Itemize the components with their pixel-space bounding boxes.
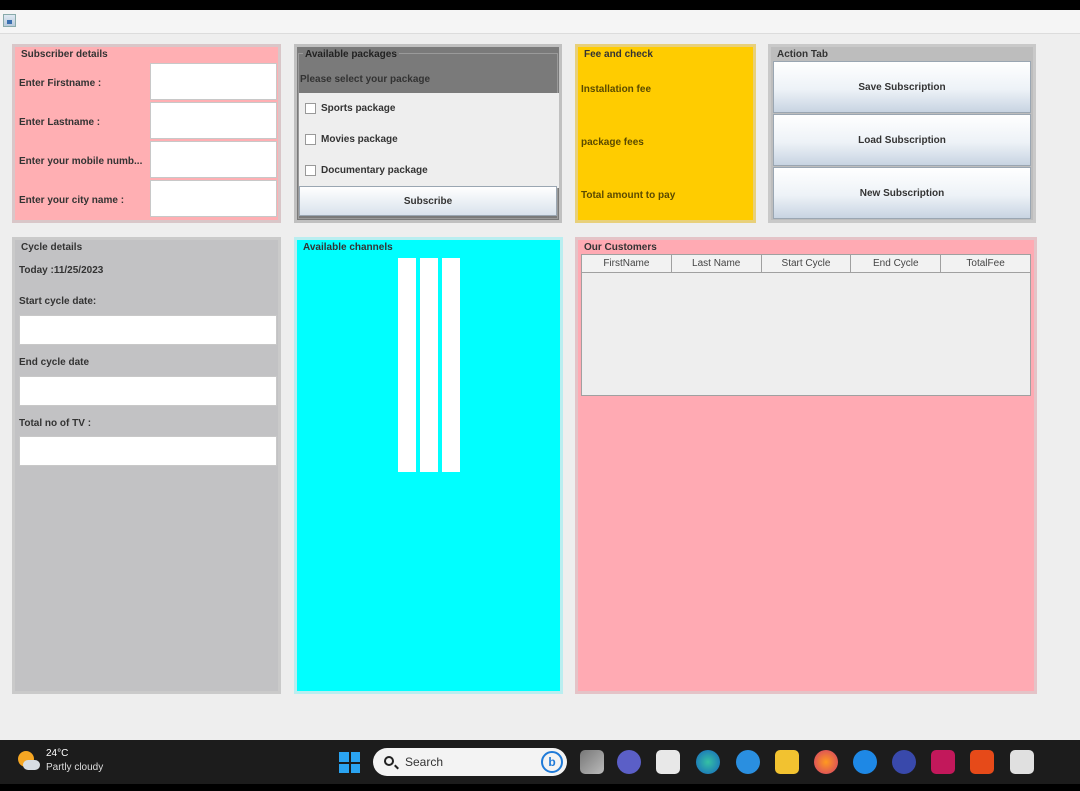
cycle-panel-title: Cycle details <box>21 242 83 253</box>
our-customers-panel: Our Customers FirstName Last Name Start … <box>575 237 1037 694</box>
lastname-label: Enter Lastname : <box>19 117 101 128</box>
movies-package-label: Movies package <box>321 133 398 145</box>
qgis-icon[interactable] <box>970 750 994 774</box>
fee-panel-title: Fee and check <box>584 49 653 60</box>
package-list: Sports package Movies package Documentar… <box>299 93 559 188</box>
subscriber-panel-title: Subscriber details <box>21 49 108 60</box>
taskbar-search-box[interactable]: Search b <box>373 748 567 776</box>
tv-count-input[interactable] <box>19 436 277 466</box>
taskbar: 24°C Partly cloudy Search b <box>0 740 1080 784</box>
package-fees-label: package fees <box>581 137 644 148</box>
app-window: Subscriber details Enter Firstname : Ent… <box>0 10 1080 740</box>
channel-list-column[interactable] <box>420 258 438 472</box>
available-packages-panel: Available packages Please select your pa… <box>294 44 562 223</box>
chat-icon[interactable] <box>617 750 641 774</box>
java-app-icon[interactable] <box>3 14 16 27</box>
start-menu-icon[interactable] <box>339 752 360 773</box>
cycle-details-panel: Cycle details Today :11/25/2023 Start cy… <box>12 237 281 694</box>
table-header: FirstName Last Name Start Cycle End Cycl… <box>582 255 1030 273</box>
intellij-icon[interactable] <box>931 750 955 774</box>
action-panel-title: Action Tab <box>777 49 828 60</box>
title-bar[interactable] <box>0 10 1080 34</box>
checkbox-icon[interactable] <box>305 133 316 145</box>
column-header-start-cycle[interactable]: Start Cycle <box>762 255 852 272</box>
edge-browser-icon[interactable] <box>696 750 720 774</box>
firstname-label: Enter Firstname : <box>19 78 102 89</box>
end-cycle-input[interactable] <box>19 376 277 406</box>
channel-list-column[interactable] <box>398 258 416 472</box>
new-subscription-button[interactable]: New Subscription <box>773 167 1031 219</box>
bing-icon[interactable]: b <box>541 751 563 773</box>
start-cycle-input[interactable] <box>19 315 277 345</box>
column-header-firstname[interactable]: FirstName <box>582 255 672 272</box>
app-store-icon[interactable] <box>853 750 877 774</box>
save-subscription-button[interactable]: Save Subscription <box>773 61 1031 113</box>
installation-fee-label: Installation fee <box>581 84 652 95</box>
column-header-totalfee[interactable]: TotalFee <box>941 255 1030 272</box>
search-icon <box>384 756 394 766</box>
column-header-lastname[interactable]: Last Name <box>672 255 762 272</box>
search-label: Search <box>405 755 444 769</box>
sports-package-label: Sports package <box>321 102 396 114</box>
subscribe-button[interactable]: Subscribe <box>299 186 557 216</box>
load-subscription-button[interactable]: Load Subscription <box>773 114 1031 166</box>
city-input[interactable] <box>150 180 277 217</box>
action-tab-panel: Action Tab Save Subscription Load Subscr… <box>768 44 1036 223</box>
channels-panel-title: Available channels <box>303 242 393 253</box>
checkbox-icon[interactable] <box>305 102 316 114</box>
customers-panel-title: Our Customers <box>584 242 657 253</box>
available-channels-panel: Available channels <box>294 237 563 694</box>
checkbox-icon[interactable] <box>305 164 316 176</box>
file-explorer-icon[interactable] <box>775 750 799 774</box>
vscode-icon[interactable] <box>736 750 760 774</box>
mobile-label: Enter your mobile numb... <box>19 156 143 167</box>
channel-list-column[interactable] <box>442 258 460 472</box>
firefox-icon[interactable] <box>814 750 838 774</box>
package-prompt: Please select your package <box>300 74 431 85</box>
lastname-input[interactable] <box>150 102 277 139</box>
total-amount-label: Total amount to pay <box>581 190 676 201</box>
city-label: Enter your city name : <box>19 195 125 206</box>
today-date-label: Today :11/25/2023 <box>19 265 104 276</box>
documentary-package-checkbox[interactable]: Documentary package <box>305 162 428 178</box>
microsoft-store-icon[interactable] <box>656 750 680 774</box>
weather-icon[interactable] <box>18 751 40 773</box>
packages-panel-title: Available packages <box>303 49 399 60</box>
subscriber-details-panel: Subscriber details Enter Firstname : Ent… <box>12 44 281 223</box>
task-view-icon[interactable] <box>580 750 604 774</box>
documentary-package-label: Documentary package <box>321 164 428 176</box>
sports-package-checkbox[interactable]: Sports package <box>305 100 395 116</box>
start-cycle-label: Start cycle date: <box>19 296 97 307</box>
weather-temperature[interactable]: 24°C <box>46 748 68 759</box>
column-header-end-cycle[interactable]: End Cycle <box>851 255 942 272</box>
firstname-input[interactable] <box>150 63 277 100</box>
webex-icon[interactable] <box>892 750 916 774</box>
tv-count-label: Total no of TV : <box>19 418 92 429</box>
weather-condition[interactable]: Partly cloudy <box>46 762 103 773</box>
mobile-input[interactable] <box>150 141 277 178</box>
customers-table[interactable]: FirstName Last Name Start Cycle End Cycl… <box>581 254 1031 396</box>
end-cycle-label: End cycle date <box>19 357 90 368</box>
movies-package-checkbox[interactable]: Movies package <box>305 131 398 147</box>
fee-and-check-panel: Fee and check Installation fee package f… <box>575 44 756 223</box>
java-app-taskbar-icon[interactable] <box>1010 750 1034 774</box>
